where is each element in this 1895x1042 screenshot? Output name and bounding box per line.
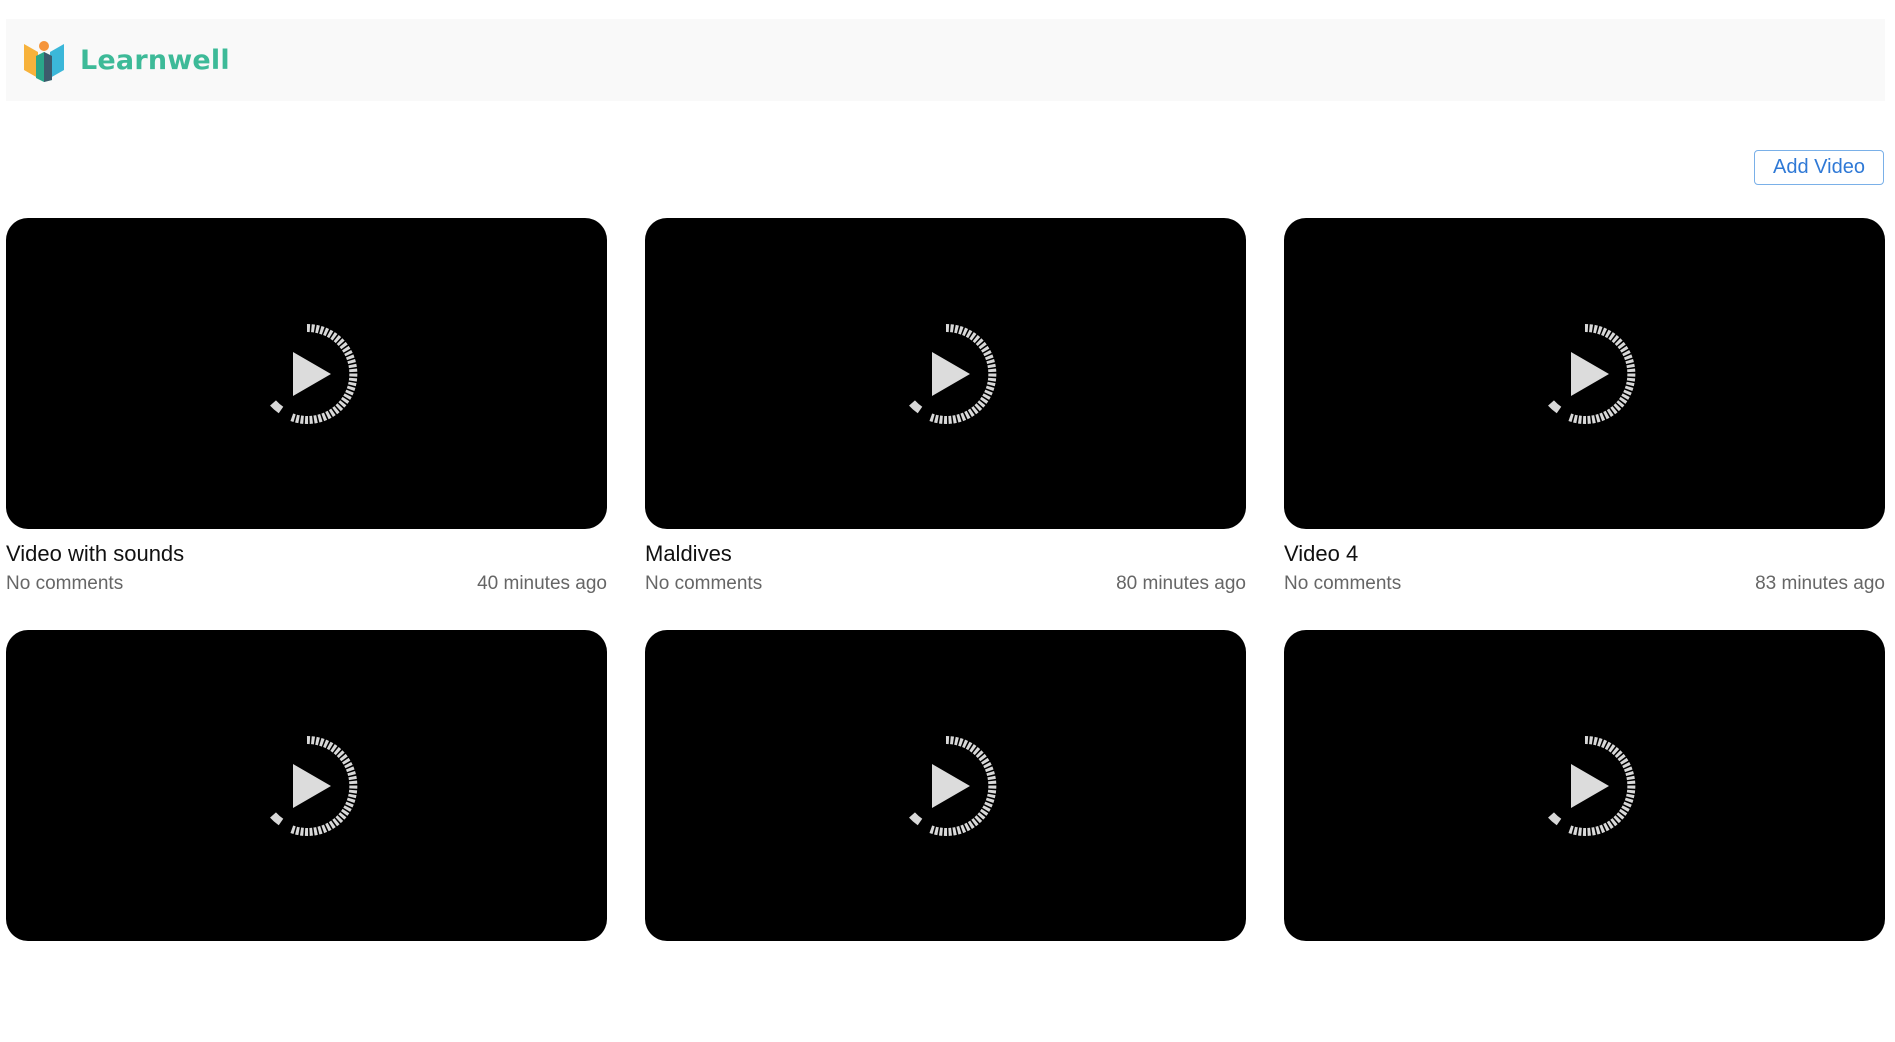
play-icon (908, 323, 996, 424)
video-title[interactable]: Video with sounds (6, 541, 607, 567)
video-title[interactable]: Maldives (645, 541, 1246, 567)
play-icon (269, 323, 357, 424)
video-thumbnail[interactable] (1284, 218, 1885, 529)
play-icon (1547, 323, 1635, 424)
play-icon (908, 735, 996, 836)
upload-time: 80 minutes ago (1116, 573, 1246, 594)
play-icon (1547, 735, 1635, 836)
video-thumbnail[interactable] (6, 218, 607, 529)
comment-count: No comments (1284, 573, 1402, 594)
video-card (6, 630, 607, 1042)
comment-count: No comments (6, 573, 124, 594)
upload-time: 40 minutes ago (477, 573, 607, 594)
video-thumbnail[interactable] (645, 218, 1246, 529)
video-card (1284, 630, 1885, 1042)
learnwell-logo-icon (24, 41, 64, 82)
add-video-button[interactable]: Add Video (1754, 150, 1884, 185)
video-card: Video with sounds No comments 40 minutes… (6, 218, 607, 630)
video-card: Video 4 No comments 83 minutes ago (1284, 218, 1885, 630)
app-header: Learnwell (6, 19, 1885, 101)
play-icon (269, 735, 357, 836)
video-thumbnail[interactable] (1284, 630, 1885, 941)
comment-count: No comments (645, 573, 763, 594)
video-card (645, 630, 1246, 1042)
video-card: Maldives No comments 80 minutes ago (645, 218, 1246, 630)
upload-time: 83 minutes ago (1755, 573, 1885, 594)
video-title[interactable]: Video 4 (1284, 541, 1885, 567)
video-grid: Video with sounds No comments 40 minutes… (6, 218, 1885, 1042)
video-thumbnail[interactable] (6, 630, 607, 941)
brand-name[interactable]: Learnwell (80, 45, 230, 76)
video-thumbnail[interactable] (645, 630, 1246, 941)
